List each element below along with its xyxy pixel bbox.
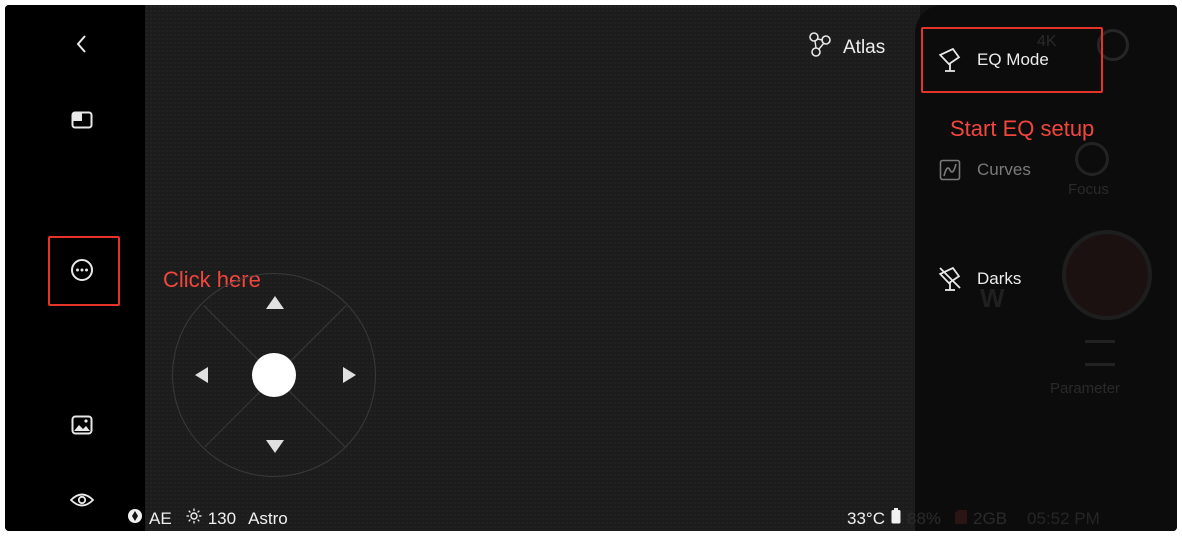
battery-icon	[891, 508, 901, 529]
darks-button[interactable]: Darks	[937, 266, 1021, 292]
curves-label: Curves	[977, 160, 1031, 179]
focus-ghost-label: Focus	[1068, 181, 1109, 198]
clock-value: 05:52 PM	[1027, 508, 1100, 528]
parameter-ghost-icon	[1085, 340, 1115, 366]
curves-icon	[937, 157, 963, 183]
joystick-right-arrow[interactable]	[343, 367, 356, 383]
darks-icon	[937, 266, 963, 292]
more-button-highlight	[48, 236, 120, 306]
start-eq-annotation: Start EQ setup	[950, 116, 1095, 141]
layout-icon[interactable]	[65, 103, 99, 137]
sun-icon	[186, 508, 202, 529]
shutter-ghost-button[interactable]	[1062, 230, 1152, 320]
eq-mode-highlight	[921, 27, 1103, 93]
curves-button[interactable]: Curves	[937, 157, 1031, 183]
parameter-ghost-label: Parameter	[1050, 380, 1121, 397]
back-icon[interactable]	[65, 27, 99, 61]
gallery-icon[interactable]	[65, 408, 99, 442]
brightness-value: 130	[207, 508, 237, 528]
joystick-knob[interactable]	[252, 353, 296, 397]
status-bar-left: AE 130 Astro	[127, 508, 288, 529]
darks-label: Darks	[977, 269, 1022, 288]
atlas-button[interactable]: Atlas	[805, 31, 885, 65]
status-bar-right: 33°C 88% 2GB 05:52 PM	[847, 508, 1100, 529]
focus-ghost-icon	[1075, 142, 1109, 176]
battery-value: 88%	[906, 508, 942, 528]
joystick-up-arrow[interactable]	[266, 296, 284, 309]
joystick-down-arrow[interactable]	[266, 440, 284, 453]
sdcard-icon	[955, 509, 968, 529]
temperature-value: 33°C	[847, 508, 885, 528]
eye-icon[interactable]	[65, 483, 99, 517]
aperture-icon	[127, 508, 143, 529]
ae-label: AE	[149, 508, 172, 528]
atlas-label: Atlas	[843, 37, 886, 58]
atlas-icon	[805, 31, 835, 65]
direction-joystick[interactable]	[172, 273, 376, 477]
joystick-left-arrow[interactable]	[195, 367, 208, 383]
storage-value: 2GB	[973, 508, 1008, 528]
mode-label: Astro	[248, 508, 288, 528]
app-screen: Click here Atlas 4K Focus W Parameter EQ…	[5, 5, 1177, 531]
